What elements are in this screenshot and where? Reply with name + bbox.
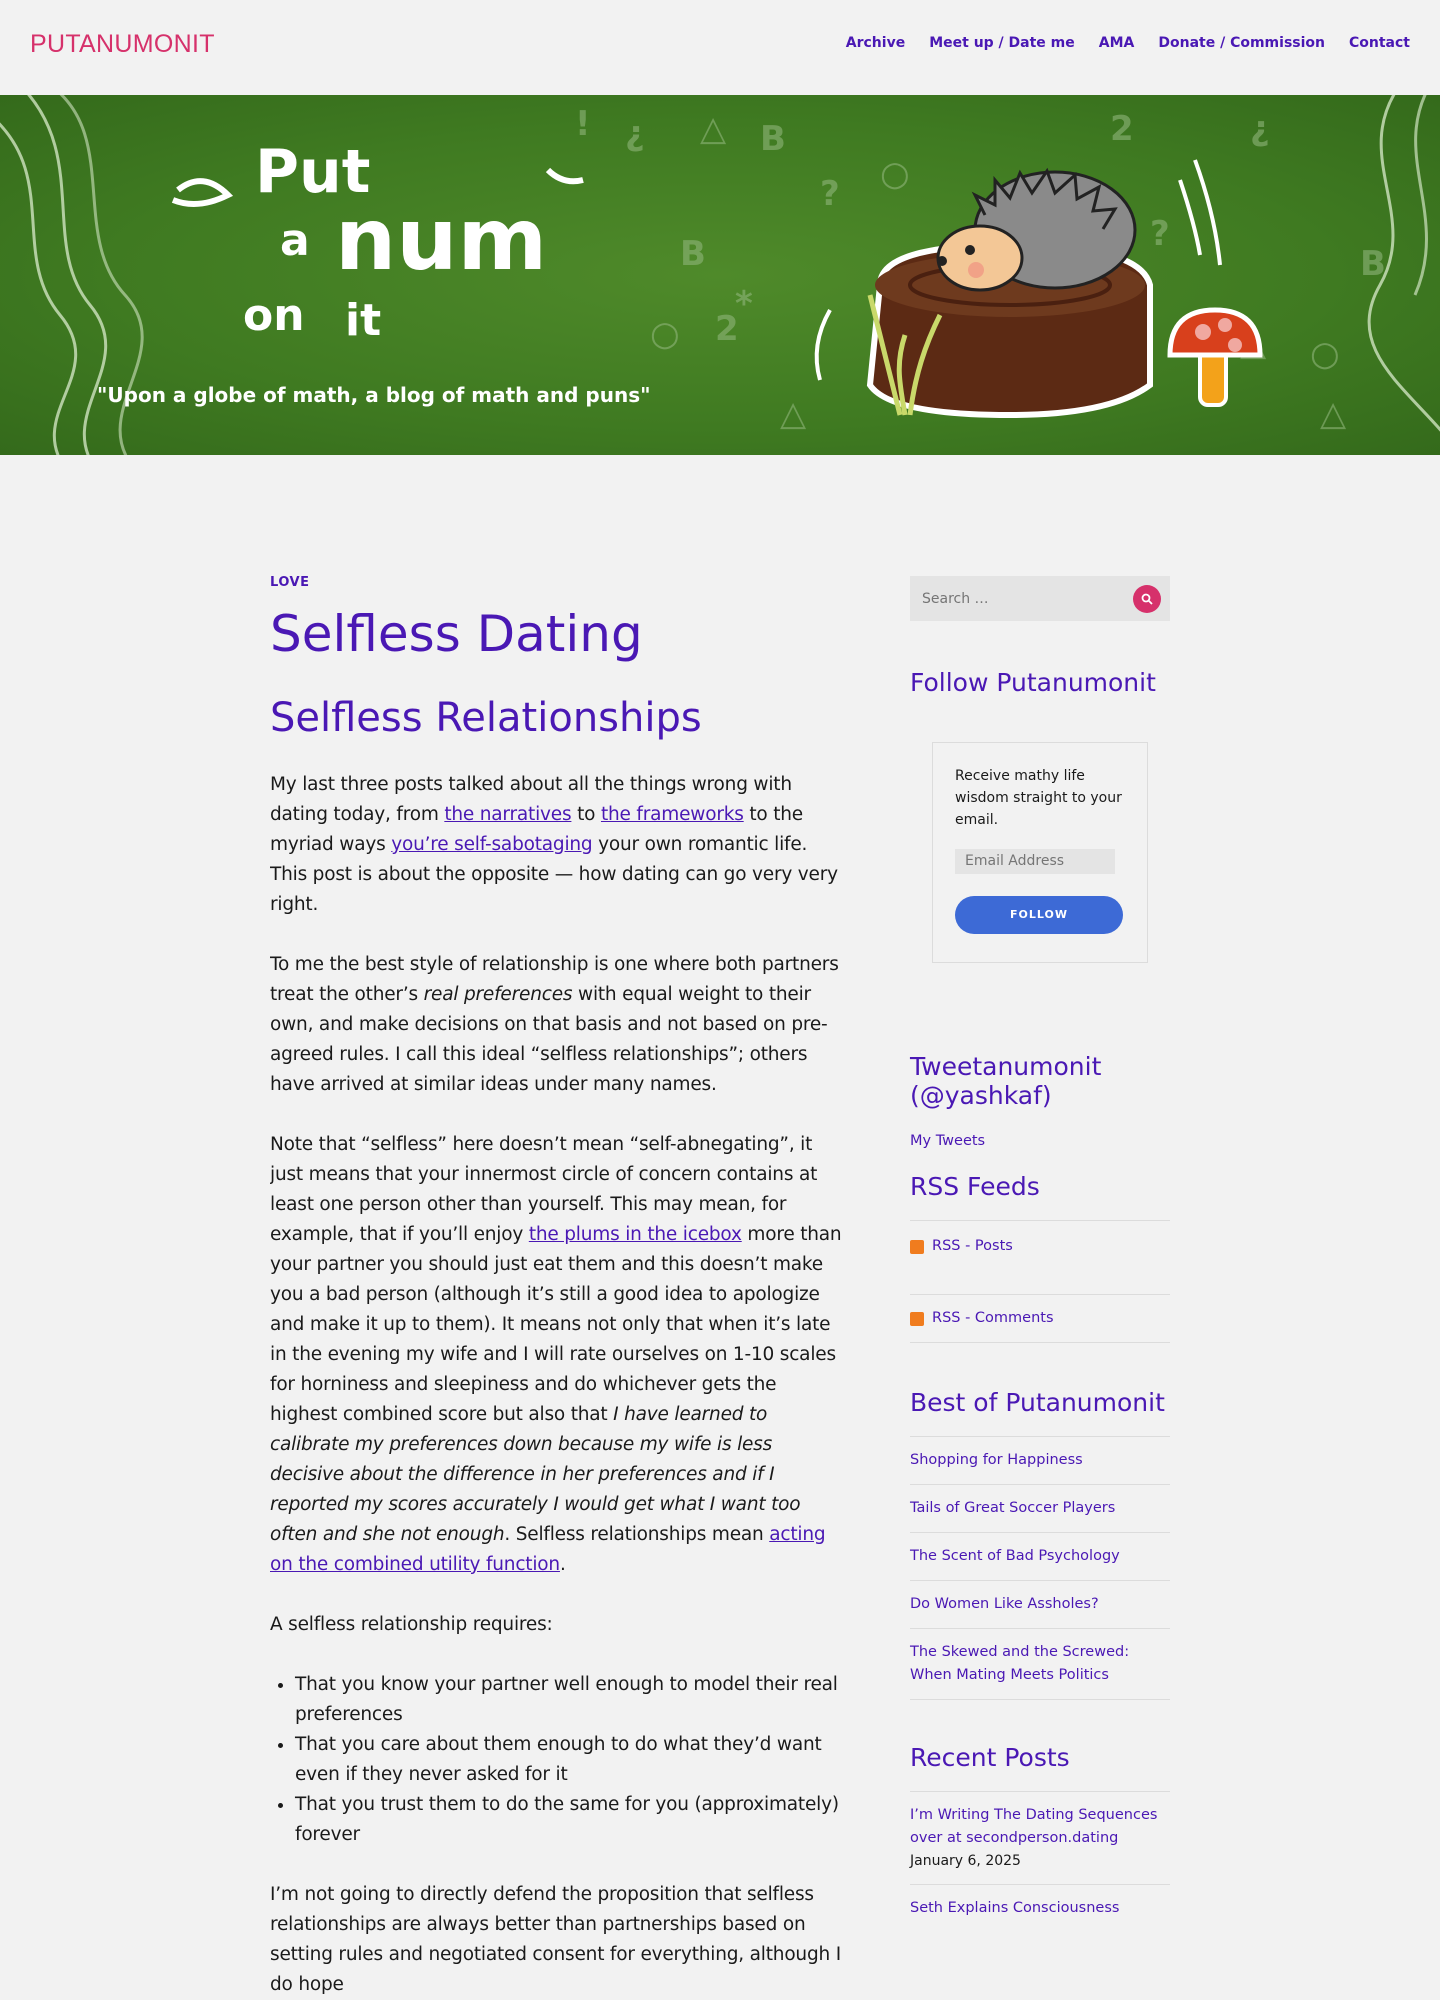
- recent-posts-list: I’m Writing The Dating Sequences over at…: [910, 1790, 1170, 1932]
- best-of-link[interactable]: The Scent of Bad Psychology: [910, 1548, 1120, 1564]
- svg-text:B: B: [1360, 244, 1386, 284]
- svg-text:△: △: [1320, 394, 1347, 434]
- recent-posts-title: Recent Posts: [910, 1742, 1070, 1772]
- post-date: January 6, 2025: [910, 1852, 1021, 1869]
- article-subtitle: Selfless Relationships: [270, 695, 702, 741]
- svg-text:?: ?: [820, 174, 840, 214]
- nav-donate[interactable]: Donate / Commission: [1158, 35, 1325, 51]
- list-item: RSS - Comments: [910, 1295, 1170, 1343]
- search-button[interactable]: [1133, 585, 1161, 613]
- list-item: The Scent of Bad Psychology: [910, 1533, 1170, 1581]
- rss-icon: [910, 1239, 924, 1254]
- requirements-list: That you know your partner well enough t…: [295, 1670, 845, 1850]
- page-title: Selfless Dating: [270, 605, 643, 663]
- link-narratives[interactable]: the narratives: [444, 804, 571, 825]
- nav-meet-up[interactable]: Meet up / Date me: [929, 35, 1075, 51]
- svg-text:¿: ¿: [1250, 109, 1270, 149]
- best-of-link[interactable]: The Skewed and the Screwed: When Mating …: [910, 1644, 1129, 1683]
- nav-archive[interactable]: Archive: [846, 35, 905, 51]
- rss-posts-link[interactable]: RSS - Posts: [932, 1235, 1013, 1258]
- list-item: That you trust them to do the same for y…: [295, 1790, 845, 1850]
- recent-post-link[interactable]: Seth Explains Consciousness: [910, 1900, 1119, 1916]
- follow-widget: Receive mathy life wisdom straight to yo…: [932, 741, 1148, 963]
- best-widget-title: Best of Putanumonit: [910, 1388, 1165, 1417]
- follow-widget-title: Follow Putanumonit: [910, 668, 1156, 697]
- tweets-widget-title: Tweetanumonit (@yashkaf): [910, 1051, 1102, 1110]
- list-item: Do Women Like Assholes?: [910, 1581, 1170, 1629]
- svg-text:B: B: [680, 234, 706, 274]
- text: .: [559, 1554, 566, 1575]
- svg-text:¿: ¿: [625, 114, 645, 154]
- paragraph: Note that “selfless” here doesn’t mean “…: [270, 1130, 845, 1580]
- list-item: That you know your partner well enough t…: [295, 1670, 845, 1730]
- site-title-link[interactable]: PUTANUMONIT: [30, 30, 215, 59]
- banner-logo-word: on: [243, 290, 305, 341]
- search-form: [910, 576, 1170, 621]
- header-banner[interactable]: !¿△ B?2 ¿B△ B*○ 2?△ △○○ Put: [0, 95, 1440, 455]
- svg-text:!: !: [575, 104, 591, 144]
- list-item: RSS - Posts: [910, 1221, 1170, 1295]
- best-of-link[interactable]: Tails of Great Soccer Players: [910, 1500, 1115, 1516]
- svg-text:B: B: [760, 119, 786, 159]
- best-of-link[interactable]: Shopping for Happiness: [910, 1452, 1083, 1468]
- nav-contact[interactable]: Contact: [1349, 35, 1410, 51]
- text: more than your partner you should just e…: [270, 1224, 842, 1425]
- svg-text:○: ○: [1310, 334, 1340, 374]
- category-link[interactable]: LOVE: [270, 575, 845, 590]
- list-item: Tails of Great Soccer Players: [910, 1485, 1170, 1533]
- recent-post-link[interactable]: I’m Writing The Dating Sequences over at…: [910, 1807, 1157, 1846]
- search-input[interactable]: [910, 576, 1170, 621]
- paragraph: I’m not going to directly defend the pro…: [270, 1884, 841, 1995]
- emphasis: real preferences: [423, 984, 573, 1005]
- list-item: Seth Explains Consciousness: [910, 1885, 1170, 1932]
- rss-icon: [910, 1311, 924, 1326]
- link-plums[interactable]: the plums in the icebox: [529, 1224, 742, 1245]
- search-icon: [1141, 593, 1153, 605]
- link-self-sabotaging[interactable]: you’re self-sabotaging: [391, 834, 592, 855]
- svg-text:△: △: [700, 109, 727, 149]
- svg-text:○: ○: [880, 154, 910, 194]
- svg-text:2: 2: [715, 309, 739, 349]
- list-item: I’m Writing The Dating Sequences over at…: [910, 1792, 1170, 1885]
- list-item: The Skewed and the Screwed: When Mating …: [910, 1629, 1170, 1700]
- article: LOVE Selfless Dating Selfless Relationsh…: [270, 575, 845, 2000]
- text: to: [571, 804, 601, 825]
- svg-text:?: ?: [1150, 214, 1170, 254]
- list-item: Shopping for Happiness: [910, 1437, 1170, 1485]
- follow-description: Receive mathy life wisdom straight to yo…: [955, 767, 1122, 828]
- entry-content: Selfless Relationships My last three pos…: [270, 694, 845, 2000]
- rss-widget-title: RSS Feeds: [910, 1172, 1040, 1202]
- paragraph: To me the best style of relationship is …: [270, 950, 845, 1100]
- paragraph: A selfless relationship requires:: [270, 1614, 553, 1635]
- sidebar: Follow Putanumonit Receive mathy life wi…: [910, 576, 1170, 1932]
- nav-ama[interactable]: AMA: [1099, 35, 1135, 51]
- follow-button[interactable]: FOLLOW: [955, 895, 1123, 934]
- banner-tagline: "Upon a globe of math, a blog of math an…: [97, 383, 651, 407]
- banner-logo-word: a: [280, 215, 310, 266]
- best-of-link[interactable]: Do Women Like Assholes?: [910, 1596, 1099, 1612]
- paragraph: My last three posts talked about all the…: [270, 770, 845, 920]
- best-of-list: Shopping for Happiness Tails of Great So…: [910, 1435, 1170, 1700]
- link-frameworks[interactable]: the frameworks: [601, 804, 744, 825]
- rss-comments-link[interactable]: RSS - Comments: [932, 1307, 1054, 1330]
- svg-text:2: 2: [1110, 109, 1134, 149]
- list-item: That you care about them enough to do wh…: [295, 1730, 845, 1790]
- svg-text:○: ○: [650, 314, 680, 354]
- banner-logo-word: it: [345, 295, 382, 346]
- my-tweets-link[interactable]: My Tweets: [910, 1133, 985, 1149]
- text: . Selfless relationships mean: [504, 1524, 770, 1545]
- email-field[interactable]: [955, 848, 1115, 874]
- banner-logo-word: num: [335, 190, 548, 290]
- svg-text:△: △: [780, 394, 807, 434]
- primary-nav: Archive Meet up / Date me AMA Donate / C…: [846, 35, 1410, 51]
- site-header: PUTANUMONIT Archive Meet up / Date me AM…: [0, 0, 1440, 95]
- rss-list: RSS - Posts RSS - Comments: [910, 1220, 1170, 1343]
